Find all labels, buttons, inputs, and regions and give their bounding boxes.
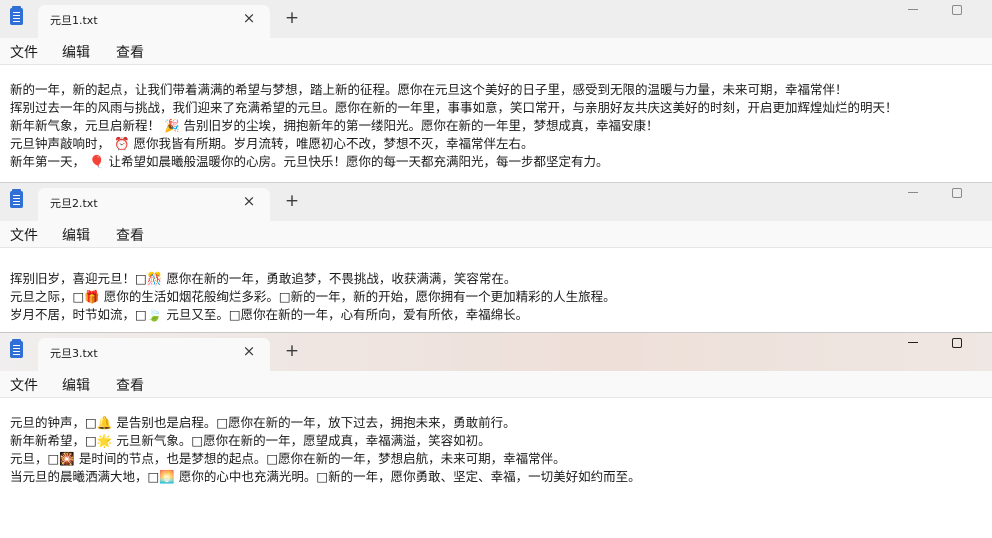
close-tab-icon[interactable]: ×	[240, 192, 258, 210]
notepad-icon	[10, 189, 23, 208]
menu-file[interactable]: 文件	[10, 225, 38, 245]
menu-view[interactable]: 查看	[116, 42, 144, 62]
text-editor[interactable]: 新的一年，新的起点，让我们带着满满的希望与梦想，踏上新的征程。愿你在元旦这个美好…	[0, 65, 992, 182]
tab-title: 元旦1.txt	[50, 14, 98, 27]
maximize-icon[interactable]	[937, 333, 977, 353]
tab-file-3[interactable]: 元旦3.txt ×	[38, 338, 270, 371]
notepad-window-2: 元旦2.txt × + 文件 编辑 查看 挥别旧岁，喜迎元旦！□🎊 愿你在新的一…	[0, 182, 992, 333]
notepad-window-3: 元旦3.txt × + 文件 编辑 查看 元旦的钟声，□🔔 是告别也是启程。□愿…	[0, 332, 992, 538]
text-line: 当元旦的晨曦洒满大地，□🌅 愿你的心中也充满光明。□新的一年，愿你勇敢、坚定、幸…	[10, 469, 641, 484]
title-bar[interactable]: 元旦1.txt × +	[0, 0, 992, 38]
text-line: 挥别过去一年的风雨与挑战，我们迎来了充满希望的元旦。愿你在新的一年里，事事如意，…	[10, 100, 898, 115]
text-line: 新年第一天， 🎈 让希望如晨曦般温暖你的心房。元旦快乐！愿你的每一天都充满阳光，…	[10, 154, 609, 169]
maximize-icon[interactable]	[937, 0, 977, 20]
menu-bar: 文件 编辑 查看	[0, 371, 992, 397]
tab-file-2[interactable]: 元旦2.txt ×	[38, 188, 270, 221]
minimize-icon[interactable]	[893, 0, 933, 20]
text-line: 新年新气象，元旦启新程！ 🎉 告别旧岁的尘埃，拥抱新年的第一缕阳光。愿你在新的一…	[10, 118, 659, 133]
text-line: 元旦，□🎇 是时间的节点，也是梦想的起点。□愿你在新的一年，梦想启航，未来可期，…	[10, 451, 566, 466]
tab-title: 元旦3.txt	[50, 347, 98, 360]
tab-title: 元旦2.txt	[50, 197, 98, 210]
close-tab-icon[interactable]: ×	[240, 9, 258, 27]
text-line: 元旦钟声敲响时， ⏰ 愿你我皆有所期。岁月流转，唯愿初心不改，梦想不灭，幸福常伴…	[10, 136, 534, 151]
menu-file[interactable]: 文件	[10, 42, 38, 62]
notepad-window-1: 元旦1.txt × + 文件 编辑 查看 新的一年，新的起点，让我们带着满满的希…	[0, 0, 992, 182]
menu-bar: 文件 编辑 查看	[0, 221, 992, 247]
text-line: 新年新希望，□🌟 元旦新气象。□愿你在新的一年，愿望成真，幸福满溢，笑容如初。	[10, 433, 491, 448]
new-tab-icon[interactable]: +	[283, 9, 301, 27]
title-bar[interactable]: 元旦3.txt × +	[0, 333, 992, 371]
text-line: 元旦之际，□🎁 愿你的生活如烟花般绚烂多彩。□新的一年，新的开始，愿你拥有一个更…	[10, 289, 616, 304]
menu-edit[interactable]: 编辑	[62, 375, 90, 395]
maximize-icon[interactable]	[937, 183, 977, 203]
text-line: 新的一年，新的起点，让我们带着满满的希望与梦想，踏上新的征程。愿你在元旦这个美好…	[10, 82, 848, 97]
menu-view[interactable]: 查看	[116, 225, 144, 245]
minimize-icon[interactable]	[893, 333, 933, 353]
menu-bar: 文件 编辑 查看	[0, 38, 992, 64]
new-tab-icon[interactable]: +	[283, 192, 301, 210]
close-tab-icon[interactable]: ×	[240, 342, 258, 360]
title-bar[interactable]: 元旦2.txt × +	[0, 183, 992, 221]
new-tab-icon[interactable]: +	[283, 342, 301, 360]
text-editor[interactable]: 挥别旧岁，喜迎元旦！□🎊 愿你在新的一年，勇敢追梦，不畏挑战，收获满满，笑容常在…	[0, 248, 992, 333]
notepad-icon	[10, 6, 23, 25]
text-editor[interactable]: 元旦的钟声，□🔔 是告别也是启程。□愿你在新的一年，放下过去，拥抱未来，勇敢前行…	[0, 398, 992, 538]
tab-file-1[interactable]: 元旦1.txt ×	[38, 5, 270, 38]
menu-edit[interactable]: 编辑	[62, 225, 90, 245]
text-line: 元旦的钟声，□🔔 是告别也是启程。□愿你在新的一年，放下过去，拥抱未来，勇敢前行…	[10, 415, 516, 430]
menu-file[interactable]: 文件	[10, 375, 38, 395]
text-line: 岁月不居，时节如流，□🍃 元旦又至。□愿你在新的一年，心有所向，爱有所依，幸福绵…	[10, 307, 529, 322]
notepad-icon	[10, 339, 23, 358]
minimize-icon[interactable]	[893, 183, 933, 203]
menu-edit[interactable]: 编辑	[62, 42, 90, 62]
text-line: 挥别旧岁，喜迎元旦！□🎊 愿你在新的一年，勇敢追梦，不畏挑战，收获满满，笑容常在…	[10, 271, 517, 286]
menu-view[interactable]: 查看	[116, 375, 144, 395]
